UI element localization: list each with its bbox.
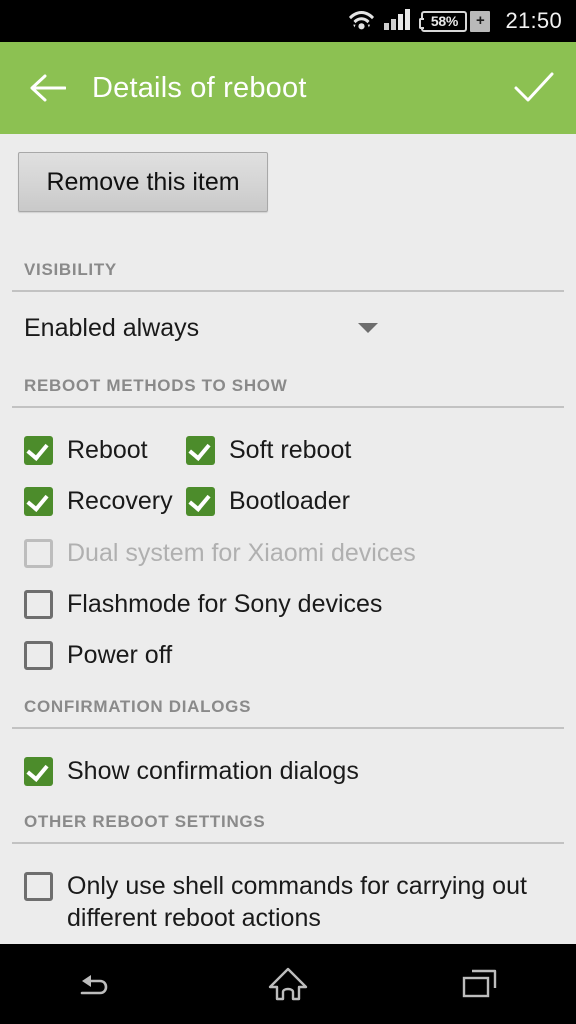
battery-percent-label: 58% xyxy=(430,13,458,29)
checkbox-row-shell-commands[interactable]: Only use shell commands for carrying out… xyxy=(24,870,554,934)
checkbox-row-soft-reboot[interactable]: Soft reboot xyxy=(186,434,351,467)
cellular-signal-icon xyxy=(384,8,412,35)
section-header-reboot-methods: REBOOT METHODS TO SHOW xyxy=(24,376,288,395)
section-header-confirmation-dialogs: CONFIRMATION DIALOGS xyxy=(24,697,252,716)
battery-charging-icon: + xyxy=(470,10,491,32)
divider-confirmation-dialogs xyxy=(12,727,564,729)
section-header-other-reboot-settings: OTHER REBOOT SETTINGS xyxy=(24,812,266,831)
divider-visibility xyxy=(12,290,564,292)
divider-other-reboot-settings xyxy=(12,842,564,844)
divider-reboot-methods xyxy=(12,406,564,408)
checkbox-shell-commands[interactable] xyxy=(24,872,53,901)
checkbox-row-recovery[interactable]: Recovery xyxy=(24,485,173,518)
android-screen: 58% + 21:50 Details of reboot Remove thi… xyxy=(0,0,576,1024)
battery-icon: 58% xyxy=(419,10,468,32)
check-glyph-icon xyxy=(26,438,49,461)
checkbox-row-bootloader[interactable]: Bootloader xyxy=(186,485,350,518)
checkbox-label-dual-system-xiaomi: Dual system for Xiaomi devices xyxy=(67,539,416,567)
checkbox-label-shell-commands: Only use shell commands for carrying out… xyxy=(67,872,527,932)
checkbox-row-dual-system-xiaomi: Dual system for Xiaomi devices xyxy=(24,537,416,570)
checkbox-label-reboot: Reboot xyxy=(67,436,148,464)
settings-content: Remove this item VISIBILITY Enabled alwa… xyxy=(0,134,576,944)
checkbox-label-recovery: Recovery xyxy=(67,487,173,515)
back-arrow-icon[interactable] xyxy=(28,68,68,108)
checkbox-row-show-confirmation-dialogs[interactable]: Show confirmation dialogs xyxy=(24,755,359,788)
nav-home-icon[interactable] xyxy=(248,954,328,1014)
checkmark-icon[interactable] xyxy=(510,64,558,112)
android-navigation-bar xyxy=(0,944,576,1024)
check-glyph-icon xyxy=(188,438,211,461)
checkbox-bootloader[interactable] xyxy=(186,487,215,516)
checkbox-label-power-off: Power off xyxy=(67,641,173,669)
checkbox-label-soft-reboot: Soft reboot xyxy=(229,436,352,464)
remove-this-item-button[interactable]: Remove this item xyxy=(18,152,268,212)
checkbox-show-confirmation-dialogs[interactable] xyxy=(24,757,53,786)
status-bar: 58% + 21:50 xyxy=(0,0,576,42)
checkbox-dual-system-xiaomi xyxy=(24,539,53,568)
status-clock: 21:50 xyxy=(505,8,562,33)
checkbox-row-flashmode-sony[interactable]: Flashmode for Sony devices xyxy=(24,588,382,621)
visibility-spinner[interactable]: Enabled always xyxy=(24,306,384,350)
checkbox-row-reboot[interactable]: Reboot xyxy=(24,434,148,467)
nav-recents-icon[interactable] xyxy=(440,954,520,1014)
checkbox-label-bootloader: Bootloader xyxy=(229,487,350,515)
section-header-visibility: VISIBILITY xyxy=(24,260,117,279)
visibility-spinner-value: Enabled always xyxy=(24,314,200,342)
battery-indicator: 58% + xyxy=(419,10,491,32)
check-glyph-icon xyxy=(26,489,49,512)
nav-back-icon[interactable] xyxy=(56,954,136,1014)
status-icons: 58% + 21:50 xyxy=(348,7,562,36)
check-glyph-icon xyxy=(26,759,49,782)
checkbox-power-off[interactable] xyxy=(24,641,53,670)
checkbox-label-flashmode-sony: Flashmode for Sony devices xyxy=(67,590,383,618)
check-glyph-icon xyxy=(188,489,211,512)
page-title: Details of reboot xyxy=(92,71,307,104)
chevron-down-icon xyxy=(358,323,378,333)
checkbox-row-power-off[interactable]: Power off xyxy=(24,639,172,672)
checkbox-recovery[interactable] xyxy=(24,487,53,516)
checkbox-flashmode-sony[interactable] xyxy=(24,590,53,619)
checkbox-reboot[interactable] xyxy=(24,436,53,465)
checkbox-soft-reboot[interactable] xyxy=(186,436,215,465)
wifi-icon xyxy=(348,7,375,36)
app-bar: Details of reboot xyxy=(0,42,576,134)
checkbox-label-show-confirmation-dialogs: Show confirmation dialogs xyxy=(67,757,359,785)
